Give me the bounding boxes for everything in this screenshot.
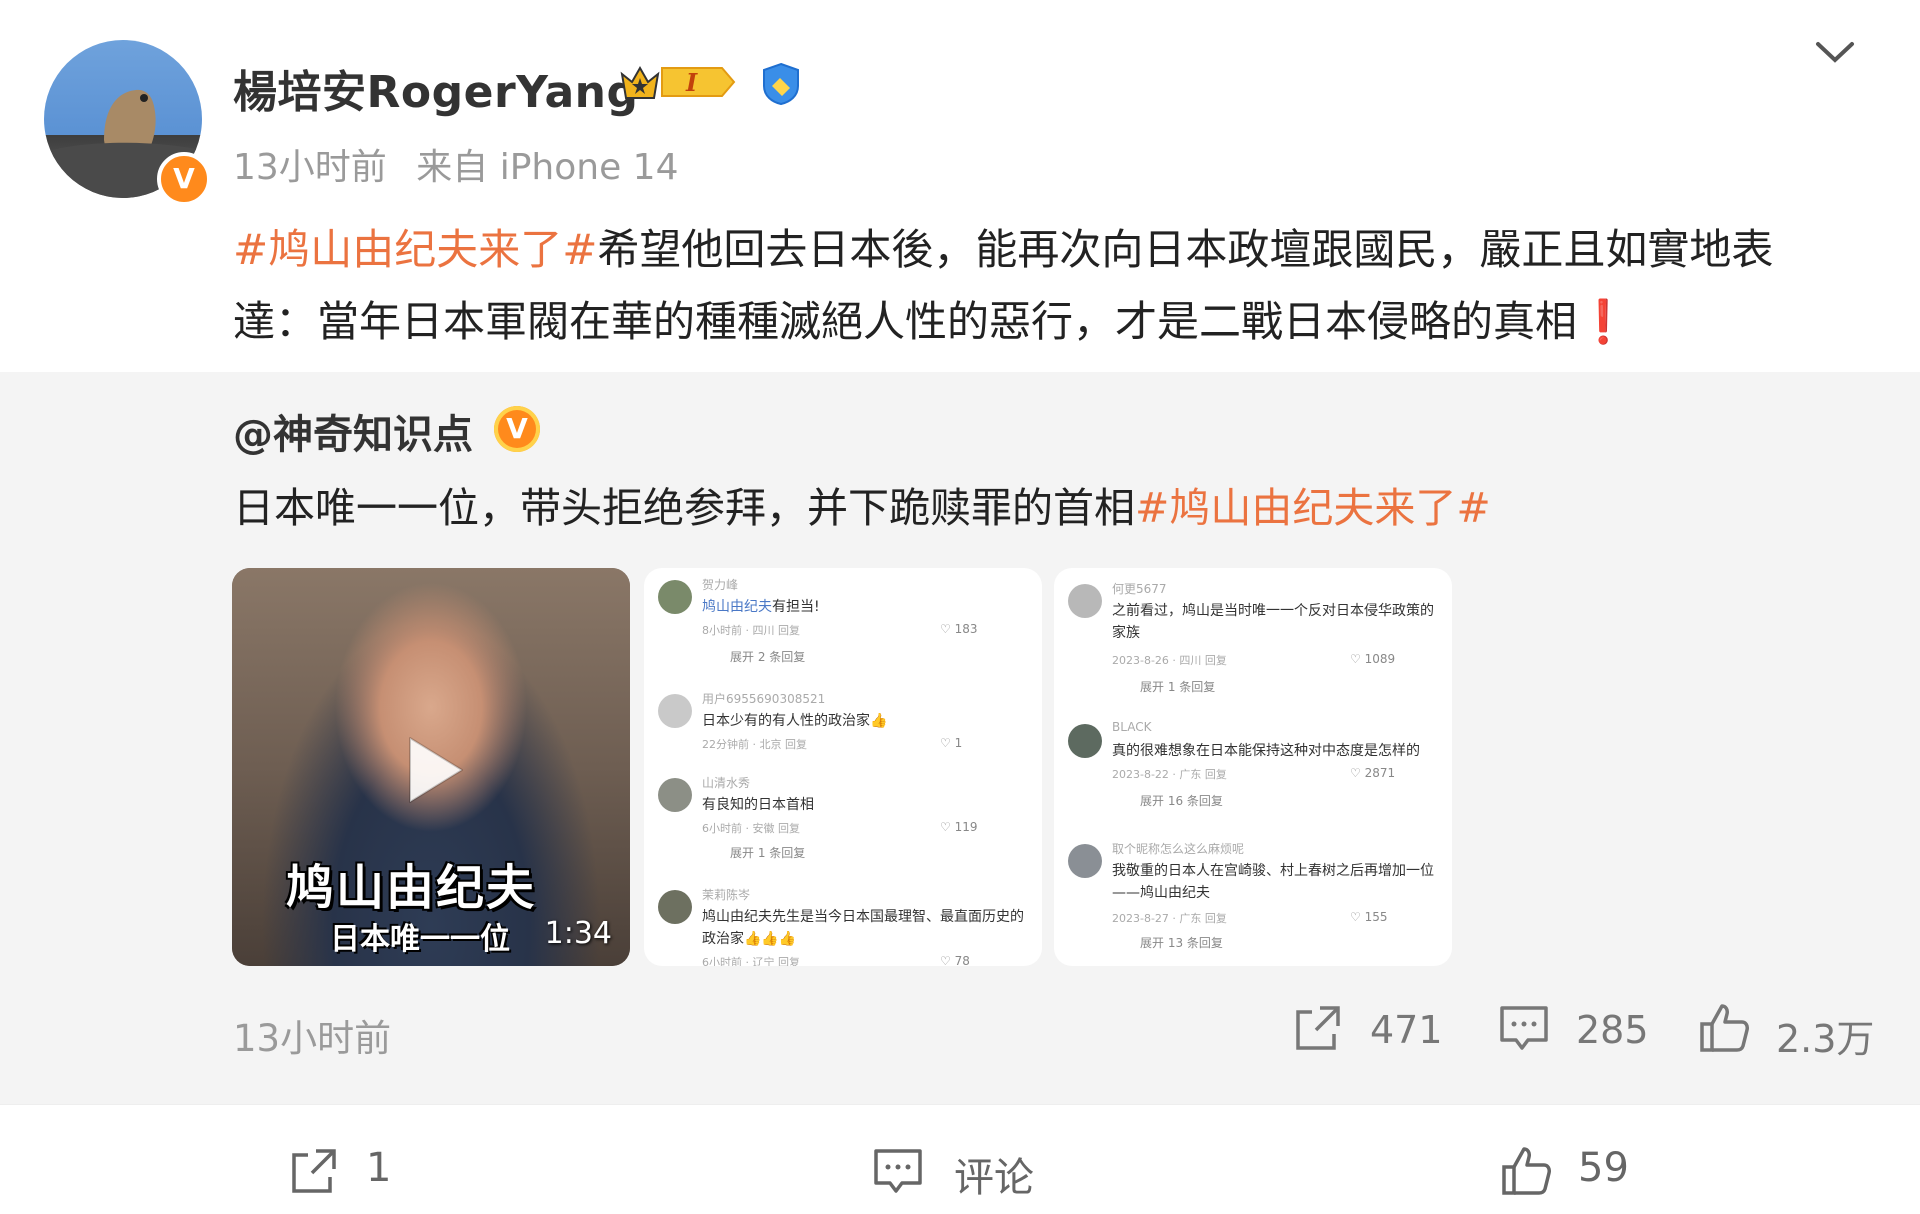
comment-date: 6小时前 · 辽宁 回复 [702,956,800,966]
comment-expand: 展开 1 条回复 [1140,680,1216,694]
comment-date: 2023-8-26 · 四川 回复 [1112,654,1227,667]
repost-username[interactable]: @神奇知识点 [233,402,473,460]
comment-text: 真的很难想象在日本能保持这种对中态度是怎样的 [1112,743,1420,759]
member-level-text: I [685,68,698,97]
repost-comment-count: 285 [1576,1008,1649,1052]
comment-likes: ♡ 183 [940,622,978,636]
avatar [1068,584,1102,618]
comment-likes: ♡ 155 [1350,910,1388,924]
comment-date: 2023-8-22 · 广东 回复 [1112,768,1227,781]
list-item: 茉莉陈岑 鸠山由纪夫先生是当今日本国最理智、最直面历史的政治家👍👍👍 6小时前 … [644,884,1042,966]
repost-share-count: 471 [1370,1008,1443,1052]
repost-time: 13小时前 [233,1017,392,1060]
comment-date: 8小时前 · 四川 回复 [702,624,800,637]
comment-author: 用户6955690308521 [702,692,826,706]
comment-author: 山清水秀 [702,776,751,790]
share-count: 1 [366,1145,392,1191]
comment-likes: ♡ 2871 [1350,766,1396,780]
comment-mention: 鸠山由纪夫 [702,599,772,615]
comment-text: 之前看过，鸠山是当时唯一一个反对日本侵华政策的家族 [1112,603,1434,641]
comment-like-count: 119 [954,820,978,834]
avatar [658,580,692,614]
comment-likes: ♡ 78 [940,954,970,966]
comment-likes: ♡ 1089 [1350,652,1396,666]
post-meta: 13小时前 来自 iPhone 14 [233,138,678,190]
comment-like-count: 155 [1364,910,1388,924]
list-item: 何更5677 之前看过，鸠山是当时唯一一个反对日本侵华政策的家族 2023-8-… [1054,578,1452,694]
video-duration: 1:34 [544,916,612,951]
comment-text: 有良知的日本首相 [702,797,814,813]
list-item: 取个昵称怎么这么麻烦呢 我敬重的日本人在宫崎骏、村上春树之后再增加一位——鸠山由… [1054,838,1452,954]
comment-expand: 展开 13 条回复 [1140,936,1223,950]
comment-date: 6小时前 · 安徽 回复 [702,822,800,835]
repost-verified-badge: V [494,406,540,452]
post-header: V 楊培安RogerYang I 13小时前 来自 iPhone 14 #鸠山由… [0,0,1920,372]
list-item: BLACK 真的很难想象在日本能保持这种对中态度是怎样的 2023-8-22 ·… [1054,718,1452,834]
comment-expand: 展开 16 条回复 [1140,794,1223,808]
video-subcaption: 日本唯一一位 [330,922,510,957]
exclaim-icon: ❗ [1577,297,1630,346]
avatar [658,890,692,924]
repost-card[interactable]: @神奇知识点 V 日本唯一一位，带头拒绝参拜，并下跪赎罪的首相#鸠山由纪夫来了#… [0,372,1920,1104]
share-icon [1296,1006,1340,1050]
like-icon [1700,1004,1749,1052]
comment-likes: ♡ 119 [940,820,978,834]
comment-date: 2023-8-27 · 广东 回复 [1112,912,1227,925]
avatar [658,694,692,728]
comment-text: 我敬重的日本人在宫崎骏、村上春树之后再增加一位——鸠山由纪夫 [1112,863,1434,901]
comment-author: BLACK [1112,720,1152,734]
like-count: 59 [1578,1145,1629,1191]
like-icon [1502,1147,1551,1195]
comment-icon [874,1149,922,1193]
repost-body: 日本唯一一位，带头拒绝参拜，并下跪赎罪的首相 [233,484,1135,532]
avatar [1068,724,1102,758]
post-topic-link[interactable]: #鸠山由纪夫来了# [233,225,597,274]
post-time: 13小时前 [233,147,387,188]
repost-text: 日本唯一一位，带头拒绝参拜，并下跪赎罪的首相#鸠山由纪夫来了# [233,474,1491,534]
image-comments-2[interactable]: 何更5677 之前看过，鸠山是当时唯一一个反对日本侵华政策的家族 2023-8-… [1054,568,1452,966]
image-comments-1[interactable]: 贺力峰 鸠山由纪夫有担当! 8小时前 · 四川 回复 ♡ 183 展开 2 条回… [644,568,1042,966]
list-item: 山清水秀 有良知的日本首相 6小时前 · 安徽 回复 ♡ 119 展开 1 条回… [644,772,1042,888]
comment-expand: 展开 2 条回复 [730,650,806,664]
crown-icon[interactable]: I [618,60,736,108]
comment-text: 鸠山由纪夫先生是当今日本国最理智、最直面历史的政治家👍👍👍 [702,909,1024,947]
comment-text: 日本少有的有人性的政治家👍 [702,713,888,729]
comment-author: 茉莉陈岑 [702,888,751,902]
action-bar: 1 评论 59 [0,1104,1920,1214]
comment-like-count: 1089 [1364,652,1396,666]
comment-like-count: 1 [954,736,963,750]
post-text: #鸠山由纪夫来了#希望他回去日本後，能再次向日本政壇跟國民，嚴正且如實地表達：當… [233,214,1833,358]
repost-topic-link[interactable]: #鸠山由纪夫来了# [1135,484,1491,532]
comment-text: 鸠山由纪夫有担当! [702,596,1032,618]
post-source: 来自 iPhone 14 [416,147,679,188]
verified-badge: V [157,152,211,206]
comment-body: 有担当! [772,599,820,615]
comment-likes: ♡ 1 [940,736,963,750]
repost-like-count: 2.3万 [1776,1017,1875,1061]
comment-author: 取个昵称怎么这么麻烦呢 [1112,842,1245,856]
avatar [1068,844,1102,878]
comment-like-count: 2871 [1364,766,1396,780]
comment-expand: 展开 1 条回复 [730,846,806,860]
share-icon [292,1149,336,1193]
list-item: 贺力峰 鸠山由纪夫有担当! 8小时前 · 四川 回复 ♡ 183 展开 2 条回… [644,574,1042,690]
video-thumbnail[interactable]: 鸠山由纪夫 日本唯一一位 1:34 [232,568,630,966]
comment-icon [1500,1006,1548,1050]
comment-like-count: 183 [954,622,978,636]
comment-like-count: 78 [954,954,970,966]
comment-label: 评论 [954,1155,1034,1201]
comment-author: 何更5677 [1112,582,1167,596]
play-icon[interactable] [392,730,472,810]
comment-author: 贺力峰 [702,578,739,592]
chevron-down-icon[interactable] [1814,38,1856,70]
blue-verified-icon[interactable] [760,62,802,110]
video-caption: 鸠山由纪夫 [286,860,537,916]
username[interactable]: 楊培安RogerYang [233,56,638,120]
comment-date: 22分钟前 · 北京 回复 [702,738,807,751]
avatar [658,778,692,812]
